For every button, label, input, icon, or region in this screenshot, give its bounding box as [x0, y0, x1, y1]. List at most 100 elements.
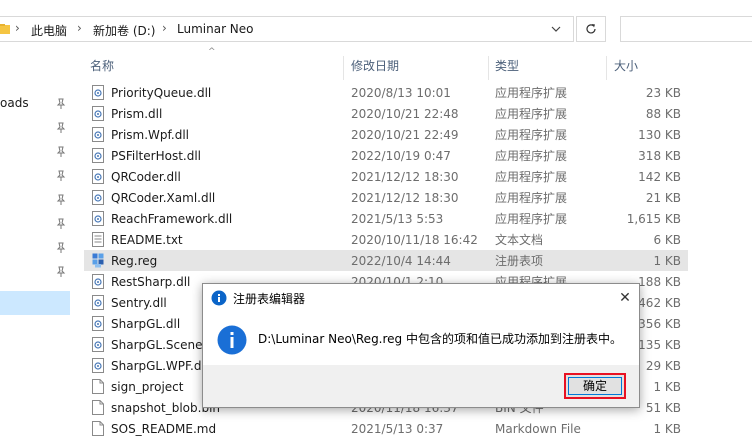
file-row[interactable]: Reg.reg 2022/10/4 14:44 注册表项 1 KB — [84, 250, 688, 271]
file-modified: 2020/10/21 22:49 — [351, 128, 459, 142]
breadcrumb-drive-d[interactable]: 新加卷 (D:) — [93, 22, 155, 39]
pin-icon — [56, 122, 66, 133]
column-header-size[interactable]: 大小 — [614, 56, 638, 76]
file-type: 文本文档 — [495, 233, 544, 247]
column-header-type[interactable]: 类型 — [495, 56, 519, 76]
file-row[interactable]: Prism.dll 2020/10/21 22:48 应用程序扩展 88 KB — [84, 103, 688, 124]
file-type: Markdown File — [495, 422, 581, 436]
nav-item-downloads[interactable]: oads — [0, 96, 29, 110]
search-input[interactable] — [620, 16, 752, 42]
txt-icon — [92, 232, 104, 247]
file-type: 注册表项 — [495, 254, 544, 268]
address-row: › 此电脑 › 新加卷 (D:) › Luminar Neo — [0, 10, 752, 48]
file-modified: 2021/5/13 0:37 — [351, 422, 444, 436]
focus-ring — [568, 377, 622, 395]
column-header-modified[interactable]: 修改日期 — [351, 56, 399, 76]
file-modified: 2021/12/12 18:30 — [351, 170, 459, 184]
file-type: 应用程序扩展 — [495, 128, 568, 142]
file-modified: 2021/12/12 18:30 — [351, 191, 459, 205]
dialog-body: D:\Luminar Neo\Reg.reg 中包含的项和值已成功添加到注册表中… — [203, 312, 639, 365]
refresh-icon — [586, 24, 596, 34]
ok-button[interactable]: 确定 — [564, 373, 626, 399]
breadcrumb-this-pc[interactable]: 此电脑 — [31, 22, 67, 39]
info-icon — [217, 325, 247, 355]
file-name: SOS_README.md — [111, 422, 217, 436]
file-size: 130 KB — [638, 128, 681, 142]
dll-icon — [92, 106, 104, 121]
file-row[interactable]: Prism.Wpf.dll 2020/10/21 22:49 应用程序扩展 130 K… — [84, 124, 688, 145]
file-modified: 2022/10/19 0:47 — [351, 149, 451, 163]
file-row[interactable]: PSFilterHost.dll 2022/10/19 0:47 应用程序扩展 318… — [84, 145, 688, 166]
file-row[interactable]: README.txt 2020/10/11/18 16:42 文本文档 6 KB — [84, 229, 688, 250]
file-row[interactable]: SOS_README.md 2021/5/13 0:37 Markdown File… — [84, 418, 688, 439]
file-size: 21 KB — [645, 191, 681, 205]
file-size: 142 KB — [638, 170, 681, 184]
file-modified: 2020/8/13 10:01 — [351, 86, 451, 100]
file-type: 应用程序扩展 — [495, 107, 568, 121]
dialog-title-bar[interactable]: 注册表编辑器 ✕ — [203, 284, 639, 312]
file-name: Sentry.dll — [111, 296, 167, 310]
dll-icon — [92, 211, 104, 226]
nav-item-selected[interactable] — [0, 291, 70, 315]
file-row[interactable]: PriorityQueue.dll 2020/8/13 10:01 应用程序扩展 23… — [84, 82, 688, 103]
dll-icon — [92, 169, 104, 184]
column-header-name[interactable]: 名称 — [90, 56, 114, 76]
blank-file-icon — [92, 400, 104, 415]
file-size: 88 KB — [645, 107, 681, 121]
pin-icon — [56, 98, 66, 109]
file-name: Prism.dll — [111, 107, 163, 121]
dll-icon — [92, 85, 104, 100]
file-row[interactable]: QRCoder.dll 2021/12/12 18:30 应用程序扩展 142 KB — [84, 166, 688, 187]
blank-file-icon — [92, 421, 104, 436]
file-size: 1 KB — [653, 422, 681, 436]
file-modified: 2020/10/11/18 16:42 — [351, 233, 478, 247]
dll-icon — [92, 274, 104, 289]
file-type: 应用程序扩展 — [495, 149, 568, 163]
column-divider[interactable] — [343, 56, 344, 80]
top-toolbar-partial — [0, 0, 752, 8]
refresh-button[interactable] — [576, 16, 606, 42]
dll-icon — [92, 127, 104, 142]
address-bar[interactable]: › 此电脑 › 新加卷 (D:) › Luminar Neo — [0, 16, 574, 42]
file-modified: 2020/10/21 22:48 — [351, 107, 459, 121]
breadcrumb-separator: › — [162, 21, 167, 35]
pin-icon — [56, 146, 66, 157]
registry-editor-icon — [211, 290, 227, 306]
file-name: SharpGL.WPF.dl — [111, 359, 205, 373]
file-row[interactable]: QRCoder.Xaml.dll 2021/12/12 18:30 应用程序扩展 21… — [84, 187, 688, 208]
file-name: Reg.reg — [111, 254, 158, 268]
file-name: QRCoder.dll — [111, 170, 181, 184]
chevron-down-icon[interactable] — [540, 17, 573, 41]
file-modified: 2022/10/4 14:44 — [351, 254, 451, 268]
pin-icon — [56, 194, 66, 205]
file-size: 23 KB — [645, 86, 681, 100]
reg-icon — [92, 253, 104, 268]
file-name: README.txt — [111, 233, 183, 247]
file-name: QRCoder.Xaml.dll — [111, 191, 216, 205]
pin-icon — [56, 218, 66, 229]
file-type: 应用程序扩展 — [495, 191, 568, 205]
breadcrumb-luminar-neo[interactable]: Luminar Neo — [177, 22, 254, 36]
file-size: 6 KB — [653, 233, 681, 247]
dialog-message: D:\Luminar Neo\Reg.reg 中包含的项和值已成功添加到注册表中… — [258, 332, 622, 346]
pin-icon — [56, 170, 66, 181]
dialog-footer: 确定 — [203, 365, 639, 407]
registry-editor-dialog: 注册表编辑器 ✕ D:\Luminar Neo\Reg.reg 中包含的项和值已… — [202, 283, 640, 408]
dll-icon — [92, 358, 104, 373]
pin-icon — [56, 242, 66, 253]
file-name: PriorityQueue.dll — [111, 86, 212, 100]
sort-ascending-icon: ^ — [208, 47, 216, 57]
file-size: 1,615 KB — [626, 212, 681, 226]
dialog-title: 注册表编辑器 — [233, 292, 306, 306]
file-name: RestSharp.dll — [111, 275, 191, 289]
file-row[interactable]: ReachFramework.dll 2021/5/13 5:53 应用程序扩展 1,… — [84, 208, 688, 229]
column-divider[interactable] — [606, 56, 607, 80]
file-name: SharpGL.dll — [111, 317, 181, 331]
file-name: SharpGL.SceneG — [111, 338, 212, 352]
navigation-pane: oads — [0, 48, 72, 443]
column-divider[interactable] — [488, 56, 489, 80]
close-icon[interactable]: ✕ — [615, 288, 635, 308]
file-type: 应用程序扩展 — [495, 170, 568, 184]
dll-icon — [92, 190, 104, 205]
folder-icon — [0, 24, 10, 34]
